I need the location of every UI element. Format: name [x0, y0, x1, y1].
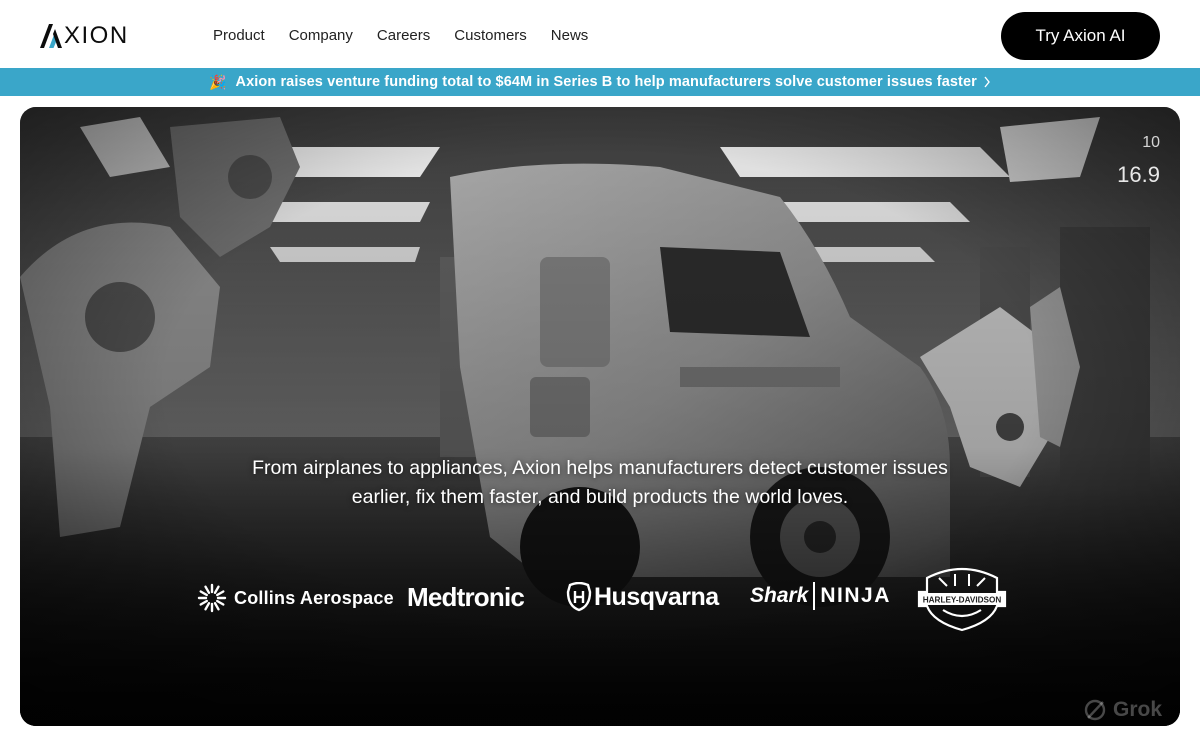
- sharkninja-divider: [813, 582, 816, 610]
- nav-links: Product Company Careers Customers News: [213, 26, 588, 46]
- sharkninja-logo: Shark NINJA: [750, 582, 891, 610]
- axion-logo[interactable]: XION: [40, 24, 129, 48]
- hero-tagline: From airplanes to appliances, Axion help…: [200, 454, 1000, 512]
- grok-watermark: Grok: [1083, 698, 1162, 722]
- ninja-wordmark: NINJA: [820, 584, 891, 607]
- medtronic-logo: Medtronic: [407, 582, 525, 612]
- announcement-text: Axion raises venture funding total to $6…: [235, 74, 977, 90]
- collins-aerospace-wordmark: Collins Aerospace: [234, 587, 394, 608]
- harley-davidson-wordmark: HARLEY-DAVIDSON: [923, 596, 1002, 605]
- hero-tagline-line1: From airplanes to appliances, Axion help…: [252, 457, 948, 479]
- hero-tagline-line2: earlier, fix them faster, and build prod…: [351, 486, 849, 508]
- nav-item-company[interactable]: Company: [289, 26, 353, 46]
- husqvarna-crown-icon: [566, 582, 592, 612]
- harley-davidson-logo: HARLEY-DAVIDSON: [917, 564, 1007, 637]
- nav-item-product[interactable]: Product: [213, 26, 265, 46]
- grok-icon: [1084, 699, 1106, 721]
- customer-logos: Collins Aerospace Medtronic Husqvarna Sh…: [20, 562, 1180, 632]
- hud-top-indicator: 10: [1142, 134, 1160, 151]
- collins-aerospace-logo: Collins Aerospace: [196, 582, 394, 614]
- hero-section: 10 16.9 From airplanes to appliances, Ax…: [20, 107, 1180, 726]
- party-popper-icon: 🎉: [209, 74, 227, 90]
- logo-wordmark: XION: [64, 22, 129, 49]
- shark-wordmark: Shark: [750, 584, 809, 607]
- try-axion-ai-button[interactable]: Try Axion AI: [1001, 12, 1160, 60]
- nav-item-customers[interactable]: Customers: [454, 26, 527, 46]
- top-navigation: XION Product Company Careers Customers N…: [0, 0, 1200, 68]
- collins-sunburst-icon: [197, 583, 227, 613]
- chevron-right-icon: [984, 76, 990, 88]
- hud-readout: 16.9: [1117, 162, 1160, 187]
- grok-wordmark: Grok: [1112, 698, 1162, 721]
- husqvarna-logo: Husqvarna: [566, 582, 719, 612]
- harley-davidson-shield-icon: HARLEY-DAVIDSON: [917, 568, 1007, 632]
- axion-a-mark-icon: [40, 24, 62, 48]
- nav-item-careers[interactable]: Careers: [377, 26, 430, 46]
- husqvarna-wordmark: Husqvarna: [594, 582, 719, 611]
- nav-item-news[interactable]: News: [551, 26, 589, 46]
- announcement-banner[interactable]: 🎉 Axion raises venture funding total to …: [0, 68, 1200, 96]
